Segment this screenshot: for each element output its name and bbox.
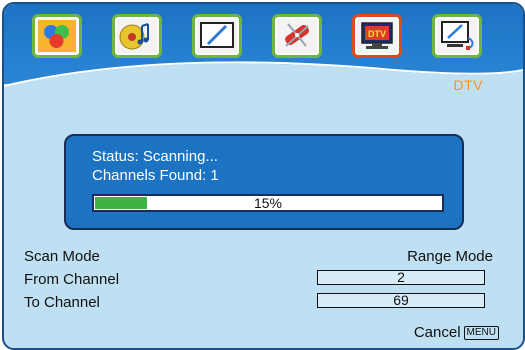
from-channel-field[interactable]: 2: [317, 270, 485, 285]
tab-dtv[interactable]: DTV: [352, 14, 402, 58]
scan-status-panel: Status: Scanning... Channels Found: 1 15…: [64, 134, 464, 230]
screen-icon: [200, 22, 234, 48]
to-channel-label: To Channel: [24, 294, 100, 311]
pc-icon: [441, 21, 474, 50]
dtv-icon: DTV: [361, 22, 393, 49]
menu-key-icon: MENU: [463, 325, 499, 340]
cancel-button[interactable]: Cancel MENU: [414, 324, 499, 341]
tab-pc[interactable]: [432, 14, 482, 58]
scan-mode-label: Scan Mode: [24, 248, 100, 265]
osd-window: DTV DTV Status: Scanning... Channels Fou…: [2, 2, 525, 350]
tab-tools[interactable]: [272, 14, 322, 58]
svg-text:DTV: DTV: [368, 29, 386, 39]
from-channel-label: From Channel: [24, 271, 120, 288]
cancel-label: Cancel: [413, 324, 461, 341]
tab-screen[interactable]: [192, 14, 242, 58]
audio-icon: [119, 23, 149, 50]
tab-audio[interactable]: [112, 14, 162, 58]
picture-icon: [38, 20, 76, 52]
scan-progress-bar: 15%: [92, 194, 444, 212]
header-wave: [4, 61, 523, 99]
menu-header: DTV: [4, 4, 523, 99]
scan-mode-value[interactable]: Range Mode: [407, 248, 493, 265]
section-label: DTV: [453, 77, 483, 93]
scan-status-text: Status: Scanning...: [92, 148, 218, 165]
channels-found-text: Channels Found: 1: [92, 167, 219, 184]
tools-icon: [285, 23, 309, 47]
scan-progress-percent: 15%: [253, 195, 283, 211]
to-channel-field[interactable]: 69: [317, 293, 485, 308]
tab-picture[interactable]: [32, 14, 82, 58]
